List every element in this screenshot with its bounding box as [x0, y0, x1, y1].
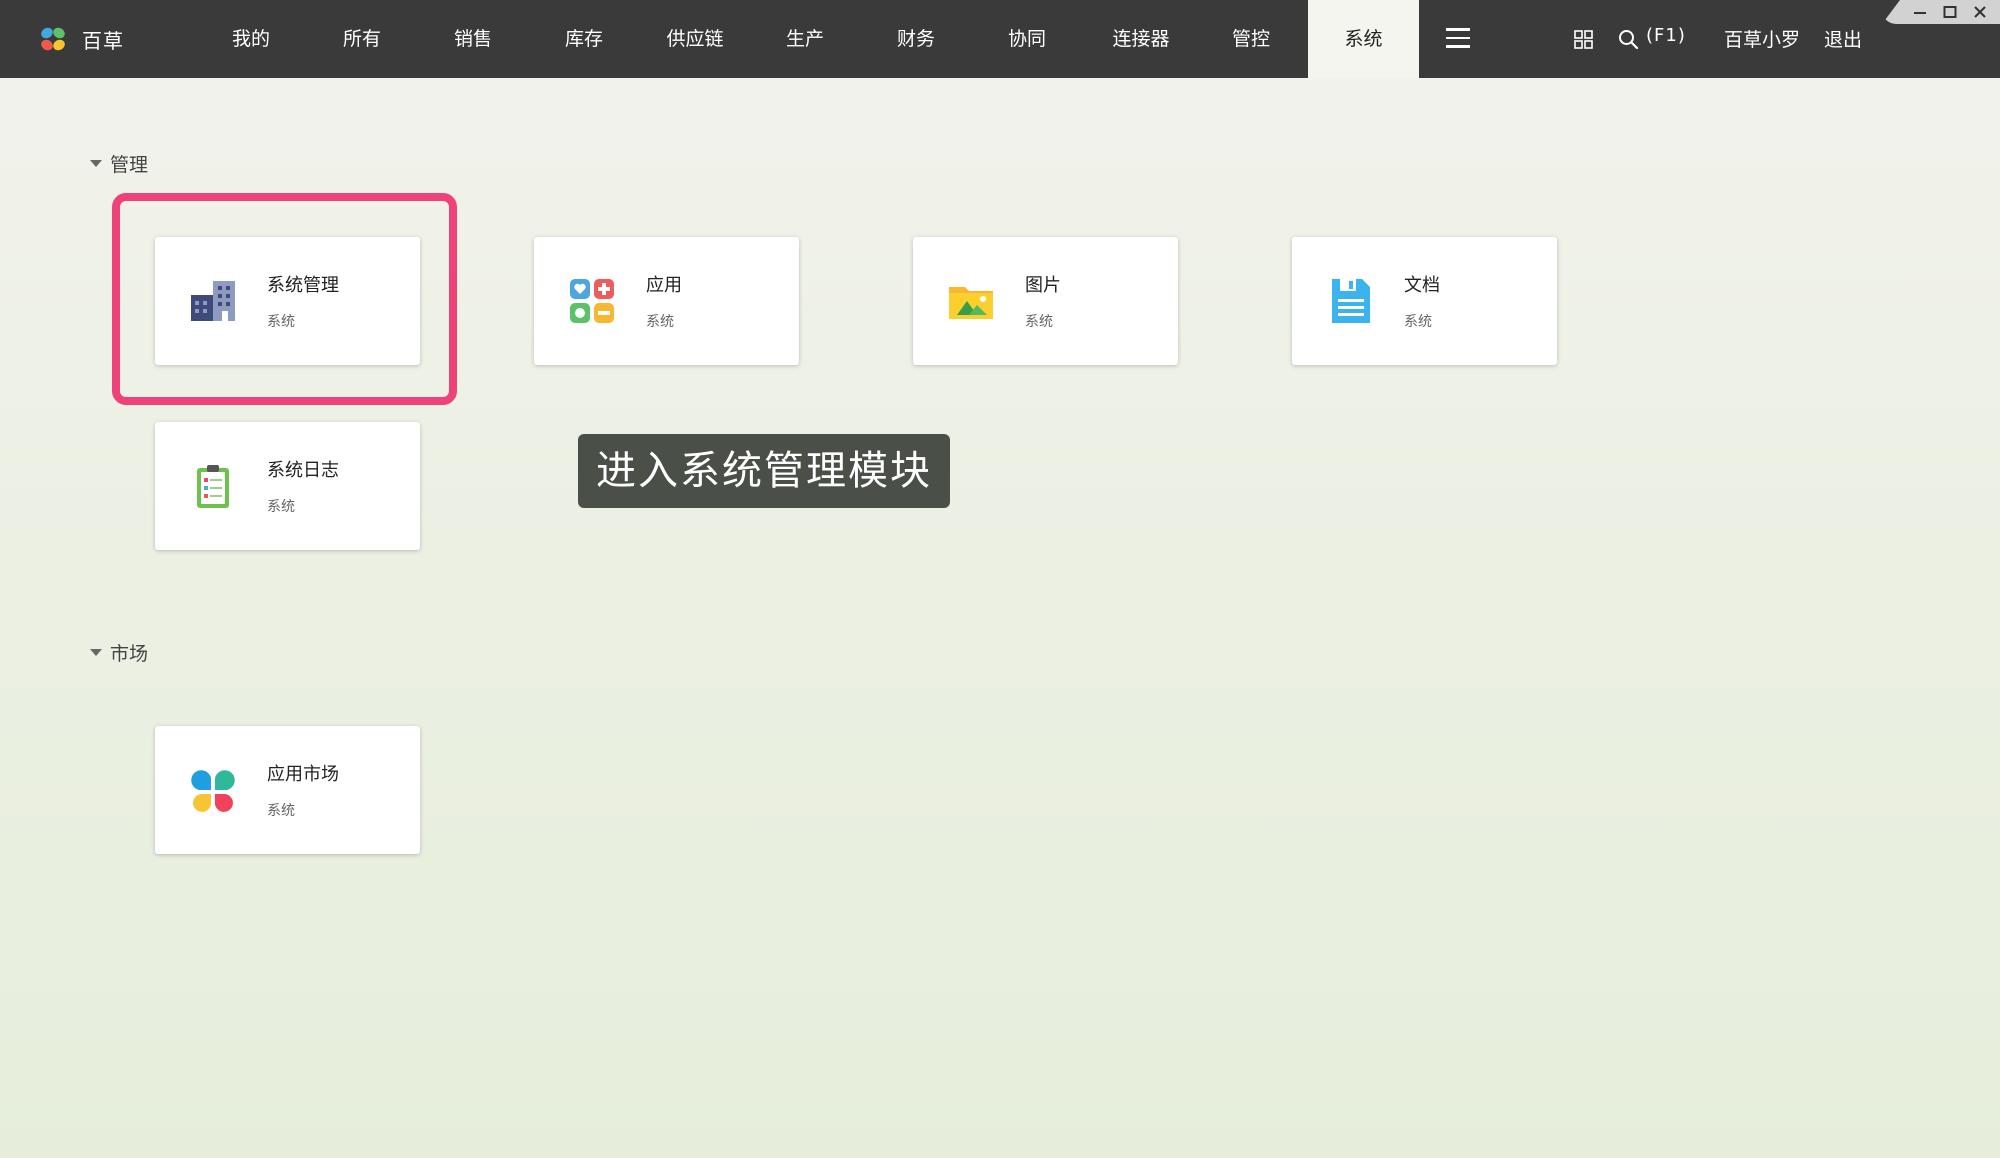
nav-item-finance[interactable]: 财务 — [879, 0, 953, 78]
card-subtitle: 系统 — [267, 803, 295, 819]
card-title: 系统日志 — [267, 460, 339, 481]
highlight-frame — [112, 193, 457, 405]
maximize-icon[interactable] — [1942, 4, 1958, 20]
hamburger-menu-icon[interactable] — [1446, 28, 1470, 50]
apps-icon — [570, 279, 614, 323]
close-icon[interactable] — [1972, 4, 1988, 20]
card-documents[interactable]: 文档 系统 — [1292, 237, 1557, 365]
card-subtitle: 系统 — [1025, 314, 1053, 330]
grid-icon[interactable] — [1574, 30, 1593, 49]
card-title: 应用 — [646, 275, 682, 296]
caret-down-icon — [90, 159, 102, 167]
nav-item-control[interactable]: 管控 — [1214, 0, 1288, 78]
card-subtitle: 系统 — [646, 314, 674, 330]
minimize-icon[interactable] — [1912, 4, 1928, 20]
logout-button[interactable]: 退出 — [1824, 25, 1862, 52]
section-title: 管理 — [110, 153, 149, 176]
card-apps[interactable]: 应用 系统 — [534, 237, 799, 365]
window-controls — [1882, 0, 2000, 24]
section-header-management[interactable]: 管理 — [90, 150, 148, 176]
document-icon — [1332, 279, 1370, 323]
card-app-market[interactable]: 应用市场 系统 — [155, 726, 420, 854]
section-title: 市场 — [110, 642, 149, 665]
search-shortcut-hint[interactable]: (F1) — [1646, 25, 1686, 46]
section-header-market[interactable]: 市场 — [90, 639, 148, 665]
nav-item-collaboration[interactable]: 协同 — [990, 0, 1064, 78]
card-title: 文档 — [1404, 275, 1440, 296]
card-system-log[interactable]: 系统日志 系统 — [155, 422, 420, 550]
app-market-icon — [191, 770, 235, 812]
app-logo-icon — [41, 27, 65, 51]
nav-item-inventory[interactable]: 库存 — [547, 0, 621, 78]
card-title: 应用市场 — [267, 764, 339, 785]
clipboard-icon — [197, 465, 229, 508]
nav-item-connector[interactable]: 连接器 — [1100, 0, 1182, 78]
picture-folder-icon — [949, 287, 993, 319]
brand[interactable]: 百草 — [38, 22, 124, 56]
tutorial-caption: 进入系统管理模块 — [578, 434, 950, 508]
nav-item-system[interactable]: 系统 — [1308, 0, 1419, 78]
nav-item-mine[interactable]: 我的 — [214, 0, 288, 78]
nav-item-all[interactable]: 所有 — [325, 0, 399, 78]
app-name: 百草 — [82, 28, 124, 53]
nav-item-sales[interactable]: 销售 — [436, 0, 510, 78]
card-pictures[interactable]: 图片 系统 — [913, 237, 1178, 365]
top-navigation-bar: 百草 我的 所有 销售 库存 供应链 生产 财务 协同 连接器 管控 系统 (F… — [0, 0, 2000, 78]
card-subtitle: 系统 — [1404, 314, 1432, 330]
search-icon[interactable] — [1618, 29, 1639, 50]
card-title: 图片 — [1025, 275, 1061, 296]
nav-item-supply-chain[interactable]: 供应链 — [656, 0, 734, 78]
caret-down-icon — [90, 648, 102, 656]
username[interactable]: 百草小罗 — [1724, 25, 1800, 52]
card-subtitle: 系统 — [267, 499, 295, 515]
nav-item-production[interactable]: 生产 — [768, 0, 842, 78]
